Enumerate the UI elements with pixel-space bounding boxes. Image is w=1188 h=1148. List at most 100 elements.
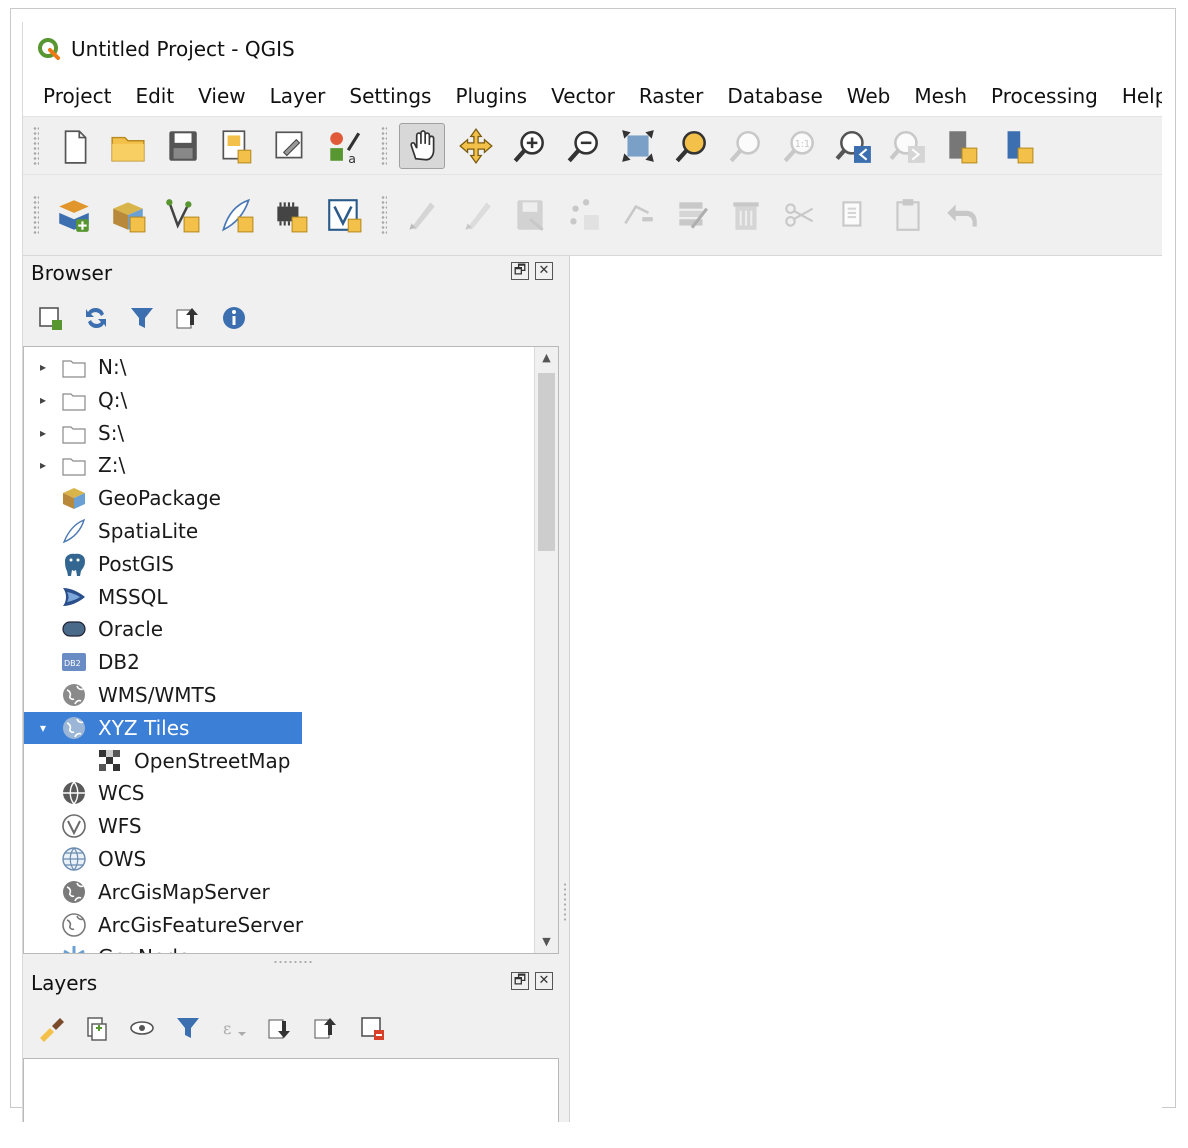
menu-layer[interactable]: Layer <box>258 76 338 116</box>
pan-to-selection-button[interactable] <box>453 123 499 169</box>
vertex-tool-button[interactable] <box>615 192 661 238</box>
tree-item-geopackage[interactable]: GeoPackage <box>24 482 221 514</box>
zoom-to-layer-button[interactable] <box>723 123 769 169</box>
splitter-handle-vertical[interactable] <box>563 882 567 922</box>
new-geopackage-layer-button[interactable] <box>105 192 151 238</box>
new-print-layout-button[interactable] <box>213 123 259 169</box>
delete-selected-button[interactable] <box>723 192 769 238</box>
new-project-button[interactable] <box>51 123 97 169</box>
zoom-out-button[interactable] <box>561 123 607 169</box>
current-edits-button[interactable] <box>399 192 445 238</box>
menu-mesh[interactable]: Mesh <box>902 76 979 116</box>
tree-item-wfs[interactable]: WFS <box>24 810 142 842</box>
scroll-down-button[interactable]: ▼ <box>535 931 558 953</box>
tree-item-arcgismapserver[interactable]: ArcGisMapServer <box>24 876 270 908</box>
layers-manage-map-themes-button[interactable] <box>127 1013 157 1043</box>
toolbar-grip[interactable] <box>33 195 39 235</box>
tree-item-geonode[interactable]: GeoNode <box>24 941 190 953</box>
tree-item-arcgisfeatureserver[interactable]: ArcGisFeatureServer <box>24 909 303 941</box>
menu-raster[interactable]: Raster <box>627 76 716 116</box>
layers-float-button[interactable]: 🗗 <box>511 972 529 990</box>
zoom-full-button[interactable] <box>615 123 661 169</box>
menu-view[interactable]: View <box>186 76 257 116</box>
expand-arrow-icon[interactable]: ▸ <box>36 360 50 374</box>
menu-processing[interactable]: Processing <box>979 76 1110 116</box>
scroll-up-button[interactable]: ▲ <box>535 347 558 369</box>
zoom-to-selection-button[interactable] <box>669 123 715 169</box>
tree-item-postgis[interactable]: PostGIS <box>24 548 174 580</box>
layers-expand-all-button[interactable] <box>265 1013 295 1043</box>
layers-filter-legend-button[interactable] <box>173 1013 203 1043</box>
new-virtual-layer-button[interactable] <box>321 192 367 238</box>
tree-item-s[interactable]: ▸ S:\ <box>24 417 124 449</box>
zoom-last-button[interactable] <box>831 123 877 169</box>
map-canvas[interactable] <box>569 256 1162 1122</box>
layers-open-layer-styling-button[interactable] <box>35 1013 65 1043</box>
menu-settings[interactable]: Settings <box>337 76 443 116</box>
toolbar-grip[interactable] <box>381 125 387 166</box>
splitter-handle-horizontal[interactable] <box>273 960 313 964</box>
layers-add-group-button[interactable] <box>81 1013 111 1043</box>
tree-item-spatialite[interactable]: SpatiaLite <box>24 515 198 547</box>
toolbar-grip[interactable] <box>33 125 39 166</box>
tree-item-ows[interactable]: OWS <box>24 843 146 875</box>
tree-item-wms-wmts[interactable]: WMS/WMTS <box>24 679 216 711</box>
expand-arrow-icon[interactable]: ▸ <box>36 426 50 440</box>
modify-attributes-button[interactable] <box>669 192 715 238</box>
menu-edit[interactable]: Edit <box>123 76 186 116</box>
data-source-manager-button[interactable] <box>51 192 97 238</box>
menu-plugins[interactable]: Plugins <box>443 76 539 116</box>
menu-web[interactable]: Web <box>835 76 903 116</box>
style-manager-button[interactable]: a <box>321 123 367 169</box>
tree-item-openstreetmap[interactable]: OpenStreetMap <box>24 745 290 777</box>
layout-manager-button[interactable] <box>267 123 313 169</box>
layers-close-button[interactable]: ✕ <box>535 972 553 990</box>
open-project-button[interactable] <box>105 123 151 169</box>
layers-collapse-all-button[interactable] <box>311 1013 341 1043</box>
add-point-feature-button[interactable] <box>561 192 607 238</box>
tree-item-n[interactable]: ▸ N:\ <box>24 351 126 383</box>
tree-item-db2[interactable]: DB2 DB2 <box>24 646 140 678</box>
new-map-view-button[interactable] <box>939 123 985 169</box>
browser-tree[interactable]: GeoNode ArcGisFeatureServer ArcGisMapServe… <box>23 346 559 954</box>
tree-item-oracle[interactable]: Oracle <box>24 613 163 645</box>
save-layer-edits-button[interactable] <box>507 192 553 238</box>
tree-item-wcs[interactable]: WCS <box>24 777 144 809</box>
browser-collapse-all-button[interactable] <box>173 303 203 333</box>
new-shapefile-layer-button[interactable] <box>159 192 205 238</box>
layers-remove-layer-button[interactable] <box>357 1013 387 1043</box>
save-project-button[interactable] <box>159 123 205 169</box>
tree-item-mssql[interactable]: MSSQL <box>24 581 168 613</box>
new-temporary-layer-button[interactable] <box>267 192 313 238</box>
browser-add-selected-layers-button[interactable] <box>35 303 65 333</box>
browser-properties-button[interactable] <box>219 303 249 333</box>
expand-arrow-icon[interactable]: ▾ <box>36 721 50 735</box>
menu-vector[interactable]: Vector <box>539 76 627 116</box>
tree-item-q[interactable]: ▸ Q:\ <box>24 384 127 416</box>
expand-arrow-icon[interactable]: ▸ <box>36 393 50 407</box>
zoom-in-button[interactable] <box>507 123 553 169</box>
paste-features-button[interactable] <box>885 192 931 238</box>
zoom-native-resolution-button[interactable]: 1:1 <box>777 123 823 169</box>
expand-arrow-icon[interactable]: ▸ <box>36 458 50 472</box>
pan-map-button[interactable] <box>399 122 445 169</box>
menu-help[interactable]: Help <box>1110 76 1162 116</box>
copy-features-button[interactable] <box>831 192 877 238</box>
scroll-thumb[interactable] <box>538 373 555 551</box>
undo-button[interactable] <box>939 192 985 238</box>
browser-float-button[interactable]: 🗗 <box>511 262 529 280</box>
menu-project[interactable]: Project <box>31 76 123 116</box>
browser-refresh-button[interactable] <box>81 303 111 333</box>
browser-filter-button[interactable] <box>127 303 157 333</box>
new-spatialite-layer-button[interactable] <box>213 192 259 238</box>
toolbar-grip[interactable] <box>381 195 387 235</box>
tree-item-xyz-tiles[interactable]: ▾ XYZ Tiles <box>24 711 302 744</box>
new-3d-map-view-button[interactable] <box>993 123 1039 169</box>
layers-list[interactable] <box>23 1058 559 1122</box>
menu-database[interactable]: Database <box>715 76 834 116</box>
tree-item-z[interactable]: ▸ Z:\ <box>24 449 125 481</box>
browser-close-button[interactable]: ✕ <box>535 262 553 280</box>
toggle-editing-button[interactable] <box>453 192 499 238</box>
cut-features-button[interactable] <box>777 192 823 238</box>
browser-scrollbar[interactable]: ▲ ▼ <box>534 347 558 953</box>
